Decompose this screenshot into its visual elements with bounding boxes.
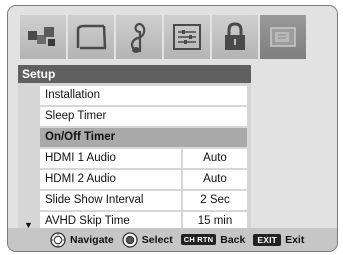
tab-setup[interactable] <box>260 15 306 59</box>
menu-item-hdmi-2-audio[interactable]: HDMI 2 Audio Auto <box>40 170 247 189</box>
back-label: Back <box>220 233 246 246</box>
screen-icon <box>76 24 107 50</box>
exit-hint: EXIT Exit <box>253 233 305 246</box>
menu-list: Installation Sleep Timer On/Off Timer HD… <box>18 83 251 236</box>
setup-menu: Setup Installation Sleep Timer On/Off Ti… <box>18 65 251 236</box>
menu-item-label: Installation <box>40 86 247 105</box>
lock-icon <box>225 22 245 50</box>
menu-item-hdmi-1-audio[interactable]: HDMI 1 Audio Auto <box>40 149 247 168</box>
button-hints-bar: Navigate Select CH RTN Back EXIT Exit <box>8 228 337 251</box>
menu-item-label: Sleep Timer <box>40 107 247 126</box>
exit-label: Exit <box>285 233 305 246</box>
select-label: Select <box>141 233 173 246</box>
applications-icon <box>173 24 201 50</box>
setup-icon <box>270 27 296 47</box>
menu-item-installation[interactable]: Installation <box>40 86 247 105</box>
category-icon-bar <box>20 15 306 59</box>
menu-item-label: Slide Show Interval <box>40 191 181 210</box>
menu-item-label: HDMI 1 Audio <box>40 149 181 168</box>
menu-panel: Setup Installation Sleep Timer On/Off Ti… <box>8 6 337 236</box>
menu-title: Setup <box>18 65 251 83</box>
ch-rtn-key: CH RTN <box>180 234 217 245</box>
select-button-icon <box>122 231 138 248</box>
tv-screen: Setup Installation Sleep Timer On/Off Ti… <box>7 5 338 252</box>
picture-icon <box>28 27 55 46</box>
menu-item-slide-show-interval[interactable]: Slide Show Interval 2 Sec <box>40 191 247 210</box>
back-hint: CH RTN Back <box>180 233 246 246</box>
music-note-icon <box>130 22 146 53</box>
tab-audio[interactable] <box>116 15 162 59</box>
menu-item-value: Auto <box>183 170 247 189</box>
tab-picture[interactable] <box>20 15 66 59</box>
navigate-pad-icon <box>50 231 66 248</box>
tab-lock[interactable] <box>212 15 258 59</box>
navigate-hint: Navigate <box>50 231 114 248</box>
menu-item-sleep-timer[interactable]: Sleep Timer <box>40 107 247 126</box>
menu-item-on-off-timer[interactable]: On/Off Timer <box>40 128 247 147</box>
menu-item-label: HDMI 2 Audio <box>40 170 181 189</box>
menu-item-value: Auto <box>183 149 247 168</box>
exit-key: EXIT <box>253 233 282 246</box>
navigate-label: Navigate <box>70 233 114 246</box>
tab-screen[interactable] <box>68 15 114 59</box>
menu-item-value: 2 Sec <box>183 191 247 210</box>
select-hint: Select <box>122 231 173 248</box>
menu-item-label: On/Off Timer <box>40 128 247 147</box>
tab-applications[interactable] <box>164 15 210 59</box>
